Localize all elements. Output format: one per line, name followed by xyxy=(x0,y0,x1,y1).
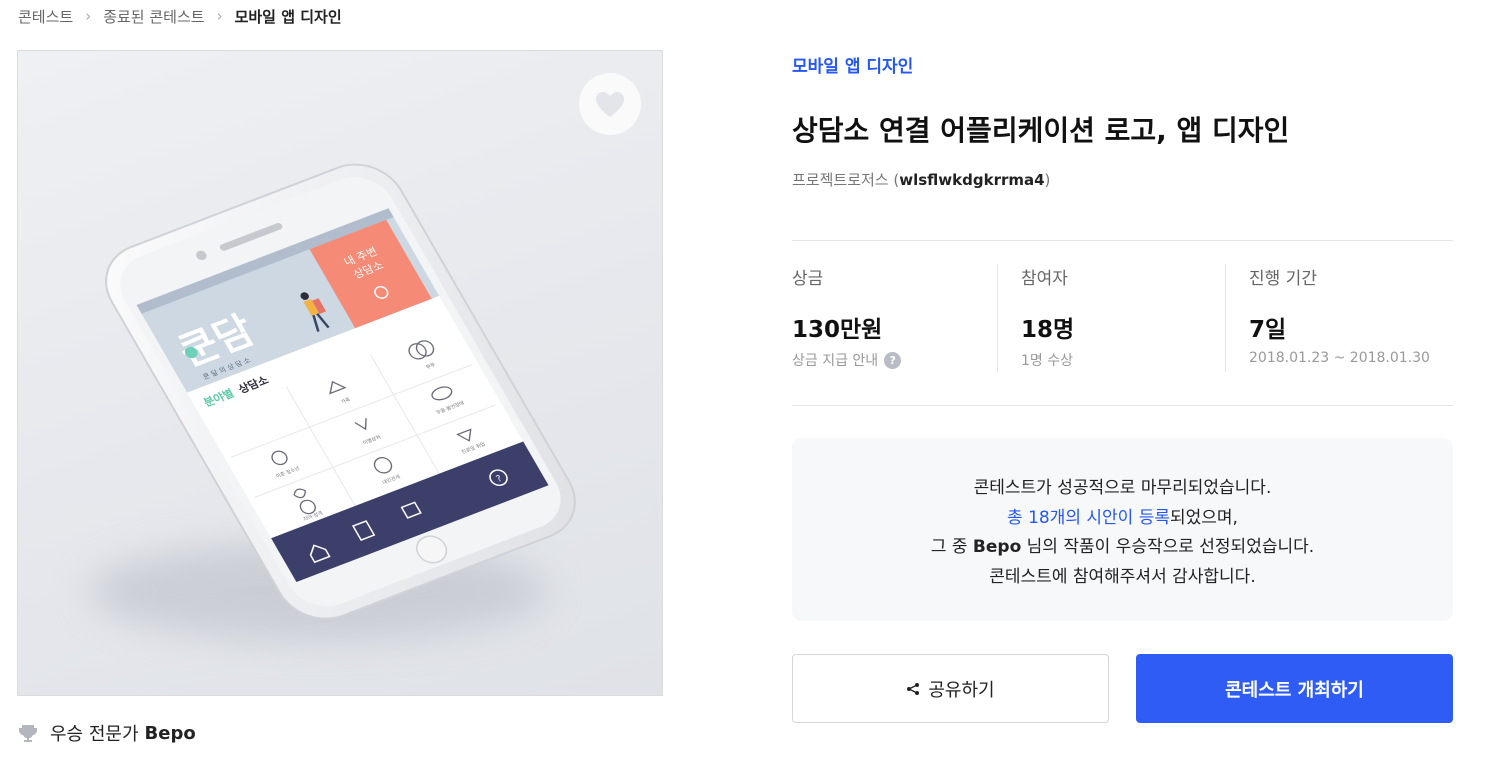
chevron-right-icon: › xyxy=(85,7,92,25)
notice-line-2: 총 18개의 시안이 등록되었으며, xyxy=(1007,507,1238,528)
stat-period: 진행 기간 7일 2018.01.23 ~ 2018.01.30 xyxy=(1249,264,1430,374)
notice-winner-name: Bepo xyxy=(972,537,1022,557)
stat-period-label: 진행 기간 xyxy=(1249,269,1317,289)
stat-participants-sub: 1명 수상 xyxy=(1021,353,1073,369)
breadcrumb-item-current[interactable]: 모바일 앱 디자인 xyxy=(235,6,342,27)
share-button-label: 공유하기 xyxy=(928,679,995,701)
favorite-button[interactable] xyxy=(579,73,641,135)
stat-prize: 상금 130만원 상금 지급 안내 ? xyxy=(792,264,902,374)
notice-line-3: 그 중 Bepo 님의 작품이 우승작으로 선정되었습니다. xyxy=(930,537,1315,557)
stat-period-dates: 2018.01.23 ~ 2018.01.30 xyxy=(1249,350,1430,366)
share-icon xyxy=(906,682,920,696)
stat-participants-value: 18명 xyxy=(1021,317,1075,343)
stat-participants: 참여자 18명 1명 수상 xyxy=(1021,264,1074,374)
owner-id[interactable]: wlsflwkdgkrrma4 xyxy=(899,171,1044,189)
host-contest-button-label: 콘테스트 개최하기 xyxy=(1225,679,1364,701)
breadcrumb: 콘테스트 › 종료된 콘테스트 › 모바일 앱 디자인 xyxy=(18,6,342,26)
stat-prize-value: 130만원 xyxy=(792,317,883,343)
prize-payment-guide-label: 상금 지급 안내 xyxy=(792,353,879,369)
contest-result-notice: 콘테스트가 성공적으로 마무리되었습니다. 총 18개의 시안이 등록되었으며,… xyxy=(792,438,1453,621)
notice-line-4: 콘테스트에 참여해주셔서 감사합니다. xyxy=(989,566,1256,587)
stat-period-value: 7일 xyxy=(1249,317,1287,343)
owner-close: ) xyxy=(1044,171,1051,189)
submissions-link[interactable]: 총 18개의 시안이 등록 xyxy=(1007,508,1170,528)
winner-name[interactable]: Bepo xyxy=(145,723,196,744)
owner-company: 프로젝트로저스 ( xyxy=(792,171,900,189)
trophy-icon xyxy=(18,723,38,743)
contest-hero-image: 내 주변 상담소 쿤담 쿤 달 의 상 담 소 분야별 상담소 부부 가족 우울… xyxy=(17,50,663,696)
winner-label: 우승 전문가 xyxy=(50,724,139,745)
phone-mockup-illustration: 내 주변 상담소 쿤담 쿤 달 의 상 담 소 분야별 상담소 부부 가족 우울… xyxy=(88,163,576,641)
contest-owner: 프로젝트로저스 (wlsflwkdgkrrma4) xyxy=(792,169,1050,190)
notice-line-1: 콘테스트가 성공적으로 마무리되었습니다. xyxy=(973,478,1272,498)
stat-participants-label: 참여자 xyxy=(1021,269,1068,289)
breadcrumb-item-contests[interactable]: 콘테스트 xyxy=(18,6,73,27)
heart-icon xyxy=(596,91,624,117)
divider xyxy=(792,240,1453,241)
prize-payment-guide[interactable]: 상금 지급 안내 ? xyxy=(792,350,902,370)
share-button[interactable]: 공유하기 xyxy=(792,654,1109,723)
chevron-right-icon: › xyxy=(216,7,223,25)
contest-category[interactable]: 모바일 앱 디자인 xyxy=(792,52,913,77)
host-contest-button[interactable]: 콘테스트 개최하기 xyxy=(1136,654,1453,723)
breadcrumb-item-ended[interactable]: 종료된 콘테스트 xyxy=(103,6,204,27)
contest-title: 상담소 연결 어플리케이션 로고, 앱 디자인 xyxy=(792,114,1290,147)
question-icon[interactable]: ? xyxy=(884,351,902,369)
winner-info: 우승 전문가 Bepo xyxy=(18,720,196,746)
divider xyxy=(792,405,1453,406)
stat-prize-label: 상금 xyxy=(792,269,824,289)
divider xyxy=(997,264,998,372)
divider xyxy=(1225,264,1226,372)
